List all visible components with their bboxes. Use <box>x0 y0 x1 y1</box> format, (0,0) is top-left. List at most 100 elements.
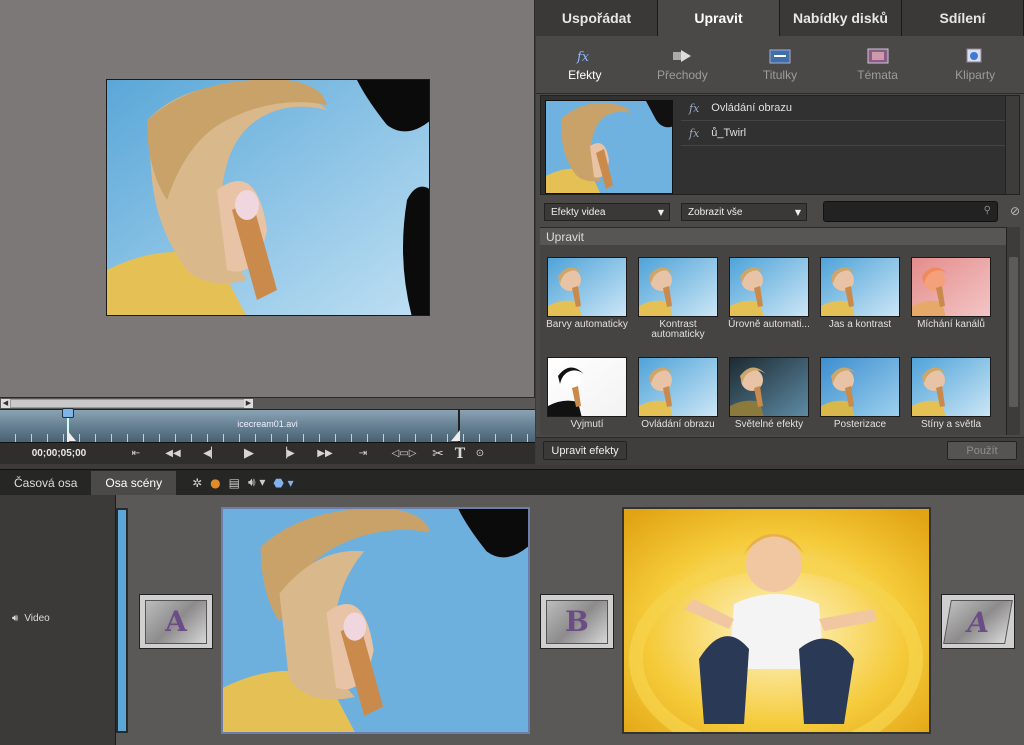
transition-slot[interactable]: A <box>941 594 1015 649</box>
preview-frame <box>106 79 430 316</box>
goto-out-icon[interactable]: ⇥ <box>344 448 382 459</box>
add-text-icon[interactable]: T <box>450 446 470 462</box>
transition-slot[interactable]: A <box>139 594 213 649</box>
title-icon <box>769 48 791 64</box>
step-forward-icon[interactable]: ▕▶ <box>268 448 306 459</box>
effect-thumbnail-item[interactable]: Světelné efekty <box>724 357 814 430</box>
monitor-scrollbar[interactable]: ◀ ▶ <box>0 397 535 409</box>
theme-film-icon <box>867 48 889 64</box>
lower-toolbar: Časová osa Osa scény ✲ ● ▤ 🔊︎ ▾ ⬣ ▾ <box>0 469 1024 495</box>
effect-label: Stíny a světla <box>920 419 982 430</box>
effect-label: Světelné efekty <box>734 419 804 430</box>
play-icon[interactable]: ▶ <box>230 446 268 461</box>
effect-label: Ovládání obrazu <box>641 419 715 430</box>
applied-effect-label: ů_Twirl <box>711 127 747 139</box>
subtab-label: Titulky <box>762 67 798 82</box>
fx-icon: fx <box>574 48 596 64</box>
gallery-section-header: Upravit <box>540 227 1020 245</box>
chevron-down-icon: ▼ <box>794 208 801 217</box>
effect-preview-image <box>638 357 718 417</box>
search-input[interactable]: ⚲ <box>823 201 998 222</box>
tasks-panel: Uspořádat Upravit Nabídky disků Sdílení … <box>536 0 1024 465</box>
subtab-efekty[interactable]: fx Efekty <box>536 36 634 93</box>
effect-type-dropdown[interactable]: Efekty videa ▼ <box>544 203 670 221</box>
marker-icon[interactable]: ⬣ ▾ <box>273 476 293 490</box>
effect-thumbnail-item[interactable]: Posterizace <box>815 357 905 430</box>
effect-thumbnail-item[interactable]: Barvy automaticky <box>542 257 632 330</box>
search-icon: ⚲ <box>983 205 991 216</box>
clip-name: icecream01.avi <box>237 419 298 429</box>
video-track-label: Video <box>24 613 50 624</box>
timecode[interactable]: 00;00;05;00 <box>0 448 118 459</box>
fx-icon: fx <box>689 101 700 115</box>
scene-clip-partial[interactable] <box>116 508 128 733</box>
step-back-icon[interactable]: ◀▏ <box>192 448 230 459</box>
scroll-right-icon[interactable]: ▶ <box>244 399 253 408</box>
speaker-icon[interactable]: 🔊︎ <box>12 613 18 624</box>
subtab-prechody[interactable]: Přechody <box>634 36 732 93</box>
smart-fix-icon[interactable]: ✲ <box>192 476 202 490</box>
effect-label: Barvy automaticky <box>546 319 628 330</box>
effect-thumbnail-item[interactable]: Kontrast automaticky <box>633 257 723 340</box>
effect-label: Úrovně automati... <box>728 319 810 330</box>
edit-subtabs: fx Efekty Přechody Titulky Témata Klipar… <box>536 36 1024 94</box>
clip-timeline[interactable]: icecream01.avi <box>0 408 535 443</box>
fast-forward-icon[interactable]: ▶▶ <box>306 448 344 459</box>
video-track-header: 🔊︎ Video <box>12 613 50 624</box>
scroll-thumb[interactable] <box>10 399 252 408</box>
gallery-scrollbar[interactable] <box>1006 227 1020 435</box>
effects-gallery: Barvy automaticky Kontrast automaticky Úro… <box>540 245 1006 435</box>
subtab-label: Přechody <box>657 67 708 82</box>
freeze-frame-icon[interactable]: ⊙ <box>470 448 490 459</box>
applied-effect-row[interactable]: fx ů_Twirl <box>681 121 1006 146</box>
transport-bar: 00;00;05;00 ⇤ ◀◀ ◀▏ ▶ ▕▶ ▶▶ ⇥ ◁▭▷ ✂ T ⊙ <box>0 442 535 464</box>
tab-nabidky-disku[interactable]: Nabídky disků <box>780 0 902 36</box>
scene-clip-selected[interactable] <box>221 507 530 734</box>
subtab-temata[interactable]: Témata <box>829 36 927 93</box>
shuttle-icon[interactable]: ◁▭▷ <box>382 448 426 459</box>
subtab-label: Efekty <box>568 67 602 82</box>
apply-button[interactable]: Použít <box>947 441 1017 460</box>
clipart-icon <box>964 48 986 64</box>
tab-sdileni[interactable]: Sdílení <box>902 0 1024 36</box>
effect-preview-image <box>729 357 809 417</box>
playhead-handle[interactable] <box>62 408 74 418</box>
effect-thumbnail-item[interactable]: Jas a kontrast <box>815 257 905 330</box>
svg-text:fx: fx <box>576 50 590 64</box>
applied-effect-label: Ovládání obrazu <box>711 102 792 114</box>
applied-effects-scrollbar[interactable] <box>1005 96 1019 194</box>
effect-thumbnail-item[interactable]: Úrovně automati... <box>724 257 814 330</box>
effect-label: Míchání kanálů <box>917 319 985 330</box>
smart-mix-icon[interactable]: ● <box>210 476 220 490</box>
audio-volume-icon[interactable]: 🔊︎ ▾ <box>248 475 265 490</box>
scene-clip[interactable] <box>622 507 931 734</box>
edit-effects-button[interactable]: Upravit efekty <box>543 441 627 460</box>
applied-effect-row[interactable]: fx Ovládání obrazu <box>681 96 1006 121</box>
transition-slot[interactable]: B <box>540 594 614 649</box>
panel-bottom-bar: Upravit efekty Použít <box>536 437 1024 465</box>
tab-upravit[interactable]: Upravit <box>658 0 780 36</box>
effect-preview-image <box>729 257 809 317</box>
gallery-scroll-thumb[interactable] <box>1009 257 1018 407</box>
effect-thumbnail-item[interactable]: Stíny a světla <box>906 357 996 430</box>
effect-thumbnail-item[interactable]: Míchání kanálů <box>906 257 996 330</box>
tab-osa-sceny[interactable]: Osa scény <box>91 470 177 495</box>
effect-thumbnail-item[interactable]: Ovládání obrazu <box>633 357 723 430</box>
goto-in-icon[interactable]: ⇤ <box>118 448 154 459</box>
properties-icon[interactable]: ▤ <box>229 476 240 490</box>
split-clip-icon[interactable]: ✂ <box>426 446 450 462</box>
main-tabs: Uspořádat Upravit Nabídky disků Sdílení <box>536 0 1024 36</box>
subtab-titulky[interactable]: Titulky <box>731 36 829 93</box>
transition-thumbnail: A <box>943 599 1013 644</box>
tab-casova-osa[interactable]: Časová osa <box>0 471 91 495</box>
eye-hidden-icon[interactable]: ⊘ <box>1010 204 1020 218</box>
rewind-icon[interactable]: ◀◀ <box>154 448 192 459</box>
sceneline: A B A <box>116 495 1024 745</box>
scroll-left-icon[interactable]: ◀ <box>1 399 10 408</box>
subtab-kliparty[interactable]: Kliparty <box>926 36 1024 93</box>
effect-thumbnail-item[interactable]: Vyjmutí <box>542 357 632 430</box>
show-dropdown[interactable]: Zobrazit vše ▼ <box>681 203 807 221</box>
tab-usporadat[interactable]: Uspořádat <box>536 0 658 36</box>
dropdown-value: Zobrazit vše <box>688 207 743 218</box>
monitor-panel <box>0 0 535 397</box>
